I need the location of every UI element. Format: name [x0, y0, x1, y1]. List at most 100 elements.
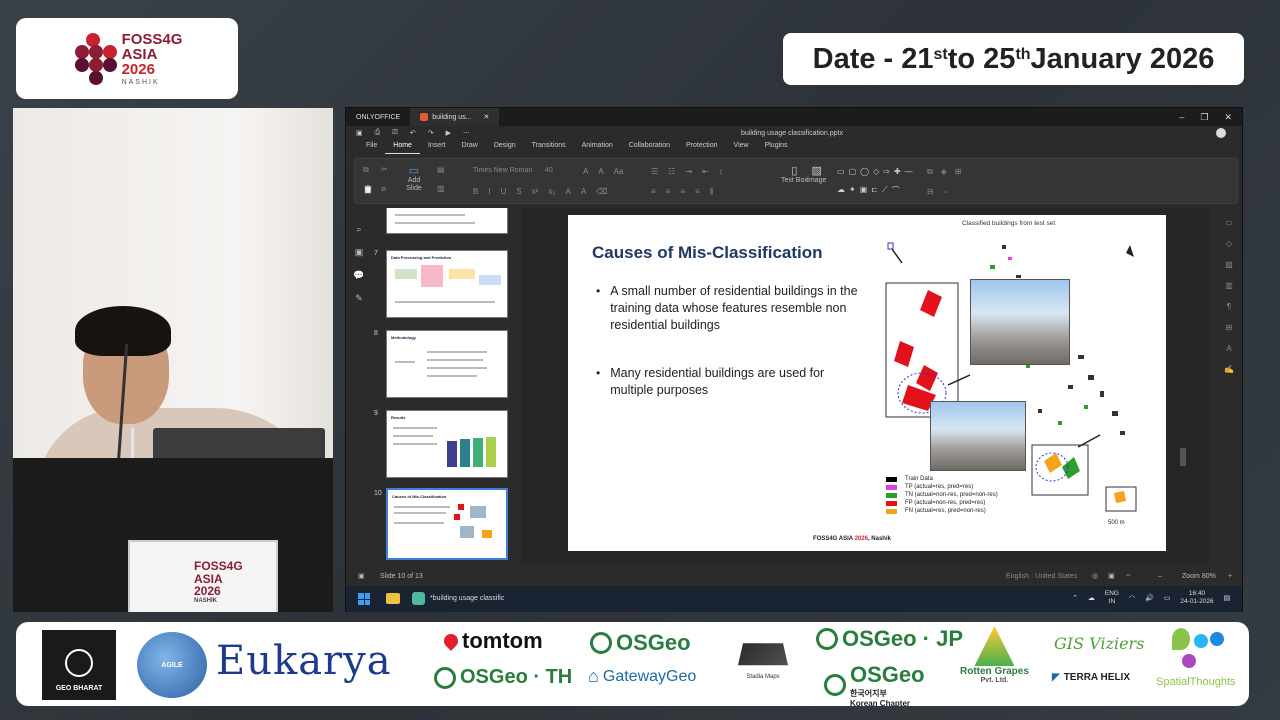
slide-settings-icon[interactable]: ▭ — [1225, 218, 1233, 227]
image-settings-icon[interactable]: ▨ — [1225, 260, 1233, 269]
volume-icon[interactable]: 🔊 — [1145, 594, 1154, 602]
image-button[interactable]: ▨ Image — [807, 165, 826, 185]
slide-thumbnail-6[interactable] — [386, 208, 508, 234]
notification-icon[interactable]: ▤ — [1224, 594, 1231, 602]
callout-shape-icon[interactable]: ☁ — [837, 185, 845, 196]
tab-onlyoffice[interactable]: ONLYOFFICE — [346, 108, 410, 126]
menu-tab-protection[interactable]: Protection — [678, 140, 726, 154]
group-icon[interactable]: ⊟ — [927, 187, 934, 196]
star-shape-icon[interactable]: ✦ — [849, 185, 856, 196]
paste-icon[interactable]: 📋 — [363, 185, 373, 194]
menu-tab-file[interactable]: File — [358, 140, 385, 154]
zoom-level[interactable]: Zoom 80% — [1182, 573, 1216, 580]
strikethrough-icon[interactable]: S — [516, 187, 521, 196]
align-right-icon[interactable]: ≡ — [680, 187, 685, 197]
taskbar-window-title[interactable]: *building usage classific — [430, 595, 504, 602]
vertical-scrollbar[interactable] — [1180, 448, 1186, 466]
superscript-icon[interactable]: x² — [532, 187, 539, 196]
onedrive-icon[interactable]: ☁ — [1088, 594, 1095, 602]
line-shape-icon[interactable]: — — [905, 167, 913, 176]
slideshow-icon[interactable]: ▶ — [446, 129, 451, 137]
redo-icon[interactable]: ↷ — [428, 129, 434, 137]
shape-settings-icon[interactable]: ◇ — [1226, 239, 1232, 248]
copy-icon[interactable]: ⧉ — [363, 165, 373, 175]
text-art-icon[interactable]: A — [1226, 344, 1231, 353]
ellipse-shape-icon[interactable]: ◯ — [860, 167, 869, 176]
tab-document[interactable]: building us... ✕ — [410, 108, 500, 126]
close-tab-icon[interactable]: ✕ — [484, 113, 490, 121]
highlight-icon[interactable]: A — [565, 187, 570, 196]
numbering-icon[interactable]: ☷ — [668, 167, 675, 176]
user-avatar[interactable] — [1216, 128, 1226, 138]
font-size-select[interactable]: 40 — [545, 167, 553, 174]
paragraph-settings-icon[interactable]: ¶ — [1227, 302, 1231, 311]
subscript-icon[interactable]: x₂ — [548, 187, 555, 196]
close-window-icon[interactable]: ✕ — [1224, 112, 1232, 123]
minimize-icon[interactable]: – — [1179, 112, 1184, 123]
slide-thumbnail-8[interactable]: Methodology — [386, 330, 508, 398]
speaker-notes-icon[interactable]: ✎ — [355, 293, 363, 304]
table-settings-icon[interactable]: ⊞ — [1226, 323, 1233, 332]
zoom-in-icon[interactable]: + — [1228, 573, 1232, 580]
frame-shape-icon[interactable]: ▣ — [860, 185, 868, 196]
layout-2-icon[interactable]: ▥ — [437, 184, 445, 193]
decrease-font-icon[interactable]: A — [598, 167, 603, 176]
slideshow-start-icon[interactable]: ▣ — [358, 572, 365, 580]
fill-icon[interactable]: ◈ — [941, 167, 947, 177]
fit-slide-icon[interactable]: ▣ — [1108, 572, 1115, 580]
spellcheck-icon[interactable]: ◎ — [1092, 572, 1098, 580]
cut-icon[interactable]: ✂ — [381, 165, 388, 174]
save-icon[interactable]: ▣ — [356, 129, 363, 137]
slide-thumbnail-10[interactable]: Causes of Mis-Classification — [386, 488, 508, 560]
clear-format-icon[interactable]: ⌫ — [596, 187, 607, 196]
current-slide[interactable]: Causes of Mis-Classification • A small nu… — [568, 215, 1166, 551]
menu-tab-animation[interactable]: Animation — [574, 140, 621, 154]
italic-icon[interactable]: I — [488, 187, 490, 196]
wifi-icon[interactable]: ◠ — [1129, 594, 1135, 602]
search-icon[interactable]: ⌕ — [356, 224, 361, 235]
format-painter-icon[interactable]: ⌀ — [381, 184, 388, 193]
slides-panel-icon[interactable]: ▣ — [355, 247, 364, 258]
menu-tab-collaboration[interactable]: Collaboration — [621, 140, 678, 154]
distribute-icon[interactable]: ⇔ — [942, 187, 950, 196]
plus-shape-icon[interactable]: ✚ — [894, 167, 901, 176]
text-box-button[interactable]: ▯ Text Box — [781, 165, 808, 185]
quick-print-icon[interactable]: ⎚ — [392, 129, 398, 137]
columns-icon[interactable]: ⫼ — [710, 187, 714, 197]
menu-tab-view[interactable]: View — [726, 140, 757, 154]
more-icon[interactable]: ⋯ — [463, 129, 470, 137]
signature-icon[interactable]: ✍ — [1224, 365, 1234, 374]
input-language[interactable]: ENG IN — [1105, 590, 1119, 606]
menu-tab-draw[interactable]: Draw — [453, 140, 485, 154]
arrange-icon[interactable]: ⧉ — [927, 167, 933, 177]
font-color-icon[interactable]: A — [581, 187, 586, 196]
rectangle-shape-icon[interactable]: ▭ — [837, 167, 845, 176]
onlyoffice-app-icon[interactable] — [412, 592, 425, 605]
zoom-out-icon[interactable]: – — [1158, 573, 1162, 580]
comments-icon[interactable]: 💬 — [353, 270, 364, 281]
menu-tab-insert[interactable]: Insert — [420, 140, 454, 154]
justify-icon[interactable]: ≡ — [695, 187, 700, 197]
change-case-icon[interactable]: Aa — [614, 167, 624, 176]
bullets-icon[interactable]: ☰ — [651, 167, 658, 176]
rounded-rect-shape-icon[interactable]: ▢ — [849, 167, 857, 176]
restore-icon[interactable]: ❐ — [1200, 112, 1208, 123]
slide-thumbnail-7[interactable]: Data Processing and Prediction — [386, 250, 508, 318]
diamond-shape-icon[interactable]: ◇ — [873, 167, 879, 176]
add-slide-button[interactable]: ▭ Add Slide — [403, 165, 425, 192]
curve-shape-icon[interactable]: ⌒ — [892, 185, 900, 196]
tray-overflow-icon[interactable]: ⌃ — [1072, 594, 1078, 602]
connector-shape-icon[interactable]: ⟋ — [882, 185, 888, 196]
font-name-select[interactable]: Times New Roman — [473, 167, 532, 174]
align-objects-icon[interactable]: ⊞ — [955, 167, 962, 177]
menu-tab-plugins[interactable]: Plugins — [757, 140, 796, 154]
align-left-icon[interactable]: ≡ — [651, 187, 656, 197]
indent-icon[interactable]: ⇥ — [685, 167, 692, 176]
line-spacing-icon[interactable]: ↕ — [719, 167, 723, 176]
battery-icon[interactable]: ▭ — [1164, 594, 1171, 602]
language-indicator[interactable]: English · United States — [1006, 573, 1077, 580]
fit-width-icon[interactable]: ⇔ — [1125, 572, 1132, 580]
arrow-shape-icon[interactable]: ⇨ — [883, 167, 890, 176]
bold-icon[interactable]: B — [473, 187, 478, 196]
menu-tab-design[interactable]: Design — [486, 140, 524, 154]
